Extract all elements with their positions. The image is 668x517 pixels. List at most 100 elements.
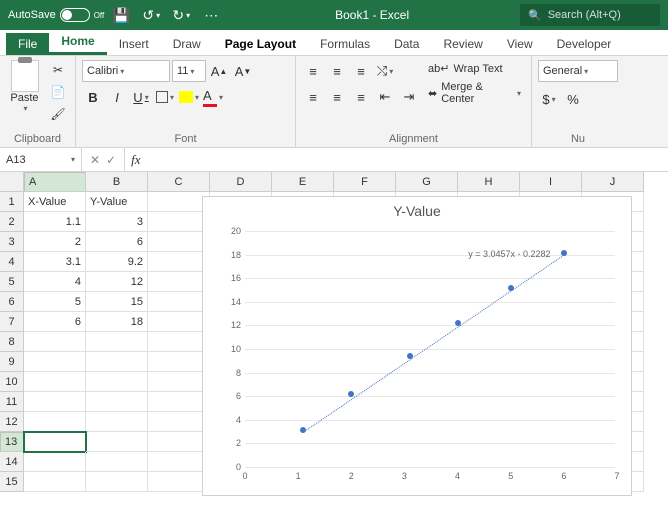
cell-C2[interactable] [148, 212, 210, 232]
orientation-icon[interactable]: ⤭▾ [374, 60, 396, 82]
cell-C3[interactable] [148, 232, 210, 252]
fx-icon[interactable]: fx [125, 148, 146, 171]
row-header-8[interactable]: 8 [0, 332, 24, 352]
underline-button[interactable]: U▾ [130, 86, 152, 108]
cell-B9[interactable] [86, 352, 148, 372]
currency-button[interactable]: $▾ [538, 88, 560, 110]
cell-B1[interactable]: Y-Value [86, 192, 148, 212]
col-header-J[interactable]: J [582, 172, 644, 192]
cell-A11[interactable] [24, 392, 86, 412]
row-header-9[interactable]: 9 [0, 352, 24, 372]
col-header-I[interactable]: I [520, 172, 582, 192]
cell-C8[interactable] [148, 332, 210, 352]
cancel-icon[interactable]: ✕ [90, 153, 100, 167]
font-name-select[interactable]: Calibri▾ [82, 60, 170, 82]
increase-font-icon[interactable]: A▲ [208, 60, 230, 82]
font-color-button[interactable]: A▾ [202, 86, 224, 108]
cell-A10[interactable] [24, 372, 86, 392]
increase-indent-icon[interactable]: ⇥ [398, 86, 420, 108]
align-top-icon[interactable]: ≡ [302, 60, 324, 82]
align-bottom-icon[interactable]: ≡ [350, 60, 372, 82]
cell-A13[interactable] [24, 432, 86, 452]
cell-C14[interactable] [148, 452, 210, 472]
cell-B5[interactable]: 12 [86, 272, 148, 292]
cell-A9[interactable] [24, 352, 86, 372]
cell-A12[interactable] [24, 412, 86, 432]
row-header-3[interactable]: 3 [0, 232, 24, 252]
tab-insert[interactable]: Insert [107, 33, 161, 55]
tab-formulas[interactable]: Formulas [308, 33, 382, 55]
cell-C12[interactable] [148, 412, 210, 432]
cell-B12[interactable] [86, 412, 148, 432]
italic-button[interactable]: I [106, 86, 128, 108]
align-middle-icon[interactable]: ≡ [326, 60, 348, 82]
cell-B11[interactable] [86, 392, 148, 412]
tab-view[interactable]: View [495, 33, 545, 55]
cell-C9[interactable] [148, 352, 210, 372]
number-format-select[interactable]: General▾ [538, 60, 618, 82]
cell-A4[interactable]: 3.1 [24, 252, 86, 272]
col-header-A[interactable]: A [24, 172, 86, 192]
search-box[interactable]: 🔍 Search (Alt+Q) [520, 4, 660, 26]
qat-overflow-icon[interactable]: ⋯ [198, 2, 224, 28]
tab-page-layout[interactable]: Page Layout [213, 33, 308, 55]
cell-B2[interactable]: 3 [86, 212, 148, 232]
undo-icon[interactable]: ↺▾ [138, 2, 164, 28]
save-icon[interactable]: 💾 [108, 2, 134, 28]
name-box[interactable]: A13▾ [0, 148, 82, 171]
redo-icon[interactable]: ↻▾ [168, 2, 194, 28]
cell-B3[interactable]: 6 [86, 232, 148, 252]
percent-button[interactable]: % [562, 88, 584, 110]
cell-A3[interactable]: 2 [24, 232, 86, 252]
cell-C5[interactable] [148, 272, 210, 292]
col-header-F[interactable]: F [334, 172, 396, 192]
row-header-11[interactable]: 11 [0, 392, 24, 412]
cell-A15[interactable] [24, 472, 86, 492]
tab-developer[interactable]: Developer [545, 33, 624, 55]
row-header-7[interactable]: 7 [0, 312, 24, 332]
enter-icon[interactable]: ✓ [106, 153, 116, 167]
border-button[interactable]: ▾ [154, 86, 176, 108]
cell-A5[interactable]: 4 [24, 272, 86, 292]
col-header-E[interactable]: E [272, 172, 334, 192]
worksheet-grid[interactable]: ABCDEFGHIJ 123456789101112131415 X-Value… [0, 172, 668, 517]
row-header-12[interactable]: 12 [0, 412, 24, 432]
decrease-font-icon[interactable]: A▼ [232, 60, 254, 82]
cell-C15[interactable] [148, 472, 210, 492]
cell-B8[interactable] [86, 332, 148, 352]
select-all-corner[interactable] [0, 172, 24, 192]
row-header-14[interactable]: 14 [0, 452, 24, 472]
paste-button[interactable]: Paste ▾ [6, 60, 43, 113]
cell-B15[interactable] [86, 472, 148, 492]
col-header-B[interactable]: B [86, 172, 148, 192]
tab-file[interactable]: File [6, 33, 49, 55]
tab-data[interactable]: Data [382, 33, 431, 55]
row-header-4[interactable]: 4 [0, 252, 24, 272]
cell-A14[interactable] [24, 452, 86, 472]
tab-review[interactable]: Review [431, 33, 494, 55]
font-size-select[interactable]: 11▾ [172, 60, 206, 82]
row-header-2[interactable]: 2 [0, 212, 24, 232]
col-header-D[interactable]: D [210, 172, 272, 192]
cell-C11[interactable] [148, 392, 210, 412]
cell-A6[interactable]: 5 [24, 292, 86, 312]
bold-button[interactable]: B [82, 86, 104, 108]
cell-B14[interactable] [86, 452, 148, 472]
cell-C10[interactable] [148, 372, 210, 392]
align-left-icon[interactable]: ≡ [302, 86, 324, 108]
cell-C6[interactable] [148, 292, 210, 312]
cell-A7[interactable]: 6 [24, 312, 86, 332]
embedded-chart[interactable]: Y-Value 0246810121416182001234567y = 3.0… [202, 196, 632, 496]
cell-B4[interactable]: 9.2 [86, 252, 148, 272]
row-header-13[interactable]: 13 [0, 432, 24, 452]
tab-draw[interactable]: Draw [161, 33, 213, 55]
format-painter-icon[interactable]: 🖌 [47, 104, 69, 124]
align-right-icon[interactable]: ≡ [350, 86, 372, 108]
cell-B13[interactable] [86, 432, 148, 452]
cell-A2[interactable]: 1.1 [24, 212, 86, 232]
cell-C13[interactable] [148, 432, 210, 452]
trendline[interactable] [303, 255, 564, 433]
decrease-indent-icon[interactable]: ⇤ [374, 86, 396, 108]
tab-home[interactable]: Home [49, 30, 106, 55]
merge-center-button[interactable]: ⬌Merge & Center▾ [428, 81, 521, 105]
